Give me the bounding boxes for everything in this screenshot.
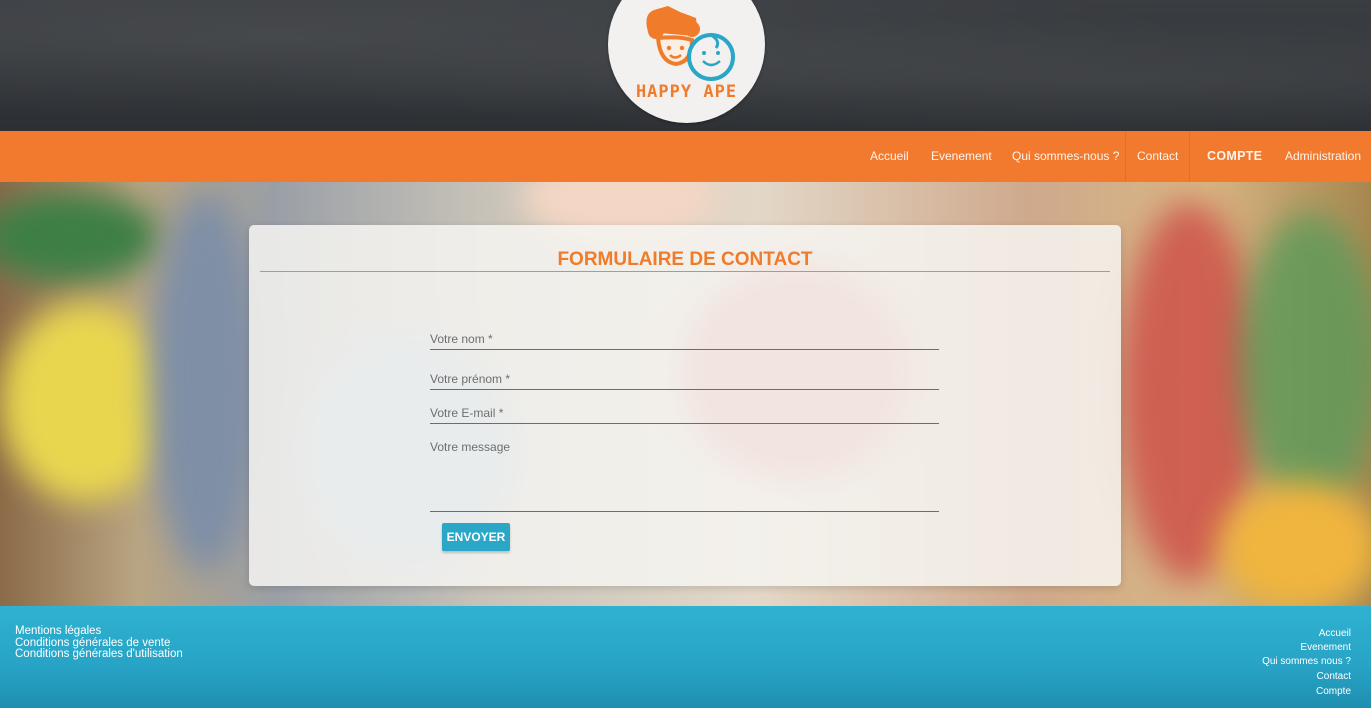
email-field[interactable]: Votre E-mail * [430,403,939,424]
site-logo[interactable]: HAPPY APE [608,0,765,123]
nav-evenement[interactable]: Evenement [931,131,992,182]
title-divider [260,271,1110,272]
nav-divider [1125,131,1126,182]
kids-faces-icon [646,6,735,81]
nav-contact[interactable]: Contact [1137,131,1178,182]
logo-text: HAPPY APE [635,82,738,102]
footer-compte[interactable]: Compte [1316,686,1351,697]
footer-qui-sommes-nous[interactable]: Qui sommes nous ? [1262,656,1351,667]
nav-divider [1189,131,1190,182]
contact-form-card: FORMULAIRE DE CONTACT Votre nom * Votre … [249,225,1121,586]
site-footer: Mentions légales Conditions générales de… [0,606,1371,708]
name-placeholder: Votre nom * [430,332,493,346]
name-field[interactable]: Votre nom * [430,327,939,350]
message-field[interactable]: Votre message [430,437,939,512]
firstname-placeholder: Votre prénom * [430,372,511,386]
firstname-field[interactable]: Votre prénom * [430,367,939,390]
site-header: HAPPY APE [0,0,1371,131]
footer-mentions-legales[interactable]: Mentions légales [15,625,101,637]
send-button[interactable]: ENVOYER [442,523,510,551]
hero-background: FORMULAIRE DE CONTACT Votre nom * Votre … [0,182,1371,606]
form-title: FORMULAIRE DE CONTACT [557,249,813,270]
footer-contact[interactable]: Contact [1317,671,1351,682]
nav-qui-sommes-nous[interactable]: Qui sommes-nous ? [1012,131,1119,182]
message-placeholder: Votre message [430,440,511,454]
nav-administration[interactable]: Administration [1285,131,1361,182]
nav-compte[interactable]: COMPTE [1207,131,1262,182]
footer-evenement[interactable]: Evenement [1300,642,1351,653]
footer-cgu[interactable]: Conditions générales d'utilisation [15,648,183,660]
footer-accueil[interactable]: Accueil [1319,628,1351,639]
email-placeholder: Votre E-mail * [430,406,504,420]
main-nav: Accueil Evenement Qui sommes-nous ? Cont… [0,131,1371,182]
nav-accueil[interactable]: Accueil [870,131,909,182]
